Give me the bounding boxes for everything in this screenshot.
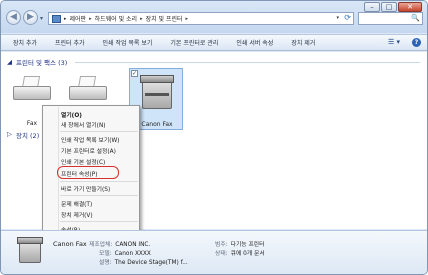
command-bar: 장치 추가 프린터 추가 인쇄 작업 목록 보기 기본 프린터로 관리 인쇄 서… [1,34,427,51]
breadcrumb-separator[interactable]: ▸ [140,16,143,22]
menu-item-open[interactable]: 열기(O) [61,110,82,119]
menu-item-troubleshoot[interactable]: 문제 해결(T) [61,199,92,208]
back-button[interactable]: ◀ [6,10,21,25]
remove-device-button[interactable]: 장치 제거 [291,38,315,47]
detail-key: 설명: [99,260,112,266]
view-options-icon[interactable]: ☰ ▾ [388,38,400,47]
detail-key: 상태: [215,251,228,257]
group-divider [75,62,420,63]
collapse-arrow-icon[interactable]: ◢ [7,58,12,66]
printer-icon [69,74,107,108]
menu-item-create-shortcut[interactable]: 바로 가기 만들기(S) [61,184,110,193]
menu-item-remove-device[interactable]: 장치 제거(V) [61,210,93,219]
menu-separator [60,181,138,182]
expand-arrow-icon[interactable]: ▷ [7,130,12,140]
multifunction-printer-icon [17,237,45,265]
detail-device-name: Canon Fax [53,240,87,248]
refresh-icon[interactable]: ⟳ [344,13,351,22]
window-controls: – □ ✕ [364,2,422,12]
detail-value: The Device Stage(TM) f... [114,260,188,266]
printers-group-header[interactable]: ◢ 프린터 및 팩스 (3) [7,57,67,67]
control-panel-icon [52,14,61,23]
address-bar[interactable]: ▸ 제어판 ▸ 하드웨어 및 소리 ▸ 장치 및 프린터 ▸ ▾ ⟳ [48,12,354,25]
print-server-properties-button[interactable]: 인쇄 서버 속성 [236,38,273,47]
breadcrumb-hardware-sound[interactable]: 하드웨어 및 소리 [95,14,137,23]
address-dropdown-icon[interactable]: ▾ [336,15,339,21]
manage-default-printers-button[interactable]: 기본 프린터로 관리 [170,38,218,47]
printers-group-title: 프린터 및 팩스 (3) [16,59,68,67]
menu-item-open-new-window[interactable]: 새 창에서 열기(N) [61,120,106,129]
details-pane: Canon Fax 제조업체: CANON INC. 모델: Canon XXXX … [1,230,427,274]
maximize-button[interactable]: □ [381,2,397,12]
see-print-queue-button[interactable]: 인쇄 작업 목록 보기 [103,38,153,47]
menu-separator [60,131,138,132]
menu-item-see-print-queue[interactable]: 인쇄 작업 목록 보기(W) [61,135,119,144]
breadcrumb-devices-printers[interactable]: 장치 및 프린터 [146,14,183,23]
menu-item-printing-preferences[interactable]: 인쇄 기본 설정(C) [61,157,105,166]
devices-group-header[interactable]: ▷ 장치 (2) [7,130,39,140]
menu-separator [60,195,138,196]
add-device-button[interactable]: 장치 추가 [13,38,37,47]
highlight-ring [57,166,119,179]
detail-value: 큐에 0개 문서 [230,251,265,257]
search-input[interactable]: 🔍 [358,12,423,25]
selected-checkbox[interactable]: ✓ [131,70,138,77]
help-icon[interactable]: ? [412,38,421,47]
close-button[interactable]: ✕ [398,2,422,12]
minimize-button[interactable]: – [364,2,380,12]
detail-status: 상태: 큐에 0개 문서 [215,248,265,257]
devices-group-title: 장치 (2) [16,132,40,140]
breadcrumb-separator[interactable]: ▸ [64,16,67,22]
multifunction-printer-icon [138,75,176,109]
search-icon[interactable]: 🔍 [411,14,420,22]
title-bar: – □ ✕ ◀ ▶ ▾ ▸ 제어판 ▸ 하드웨어 및 소리 ▸ 장치 및 프린터… [1,1,427,33]
recent-pages-dropdown[interactable]: ▾ [40,15,43,22]
detail-model: 모델: Canon XXXX [99,248,151,257]
fax-printer-icon [13,74,51,108]
detail-manufacturer: 제조업체: CANON INC. [89,239,150,248]
forward-button[interactable]: ▶ [23,10,38,25]
breadcrumb-control-panel[interactable]: 제어판 [70,14,87,23]
command-bar-right: ☰ ▾ ? [388,38,421,47]
detail-category: 범주: 다기능 프린터 [215,239,264,248]
breadcrumb-separator[interactable]: ▸ [89,16,92,22]
context-menu: 열기(O) 새 창에서 열기(N) 인쇄 작업 목록 보기(W) 기본 프린터로… [42,105,140,236]
menu-item-set-default[interactable]: 기본 프린터로 설정(A) [61,146,116,155]
menu-separator [60,221,138,222]
breadcrumb-separator[interactable]: ▸ [186,16,189,22]
add-printer-button[interactable]: 프린터 추가 [55,38,85,47]
detail-description: 설명: The Device Stage(TM) f... [99,257,188,266]
explorer-window: – □ ✕ ◀ ▶ ▾ ▸ 제어판 ▸ 하드웨어 및 소리 ▸ 장치 및 프린터… [0,0,428,275]
